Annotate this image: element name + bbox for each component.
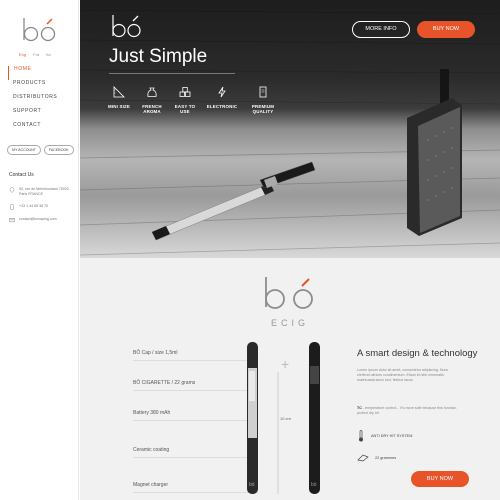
hero-logo <box>112 15 141 38</box>
nav-item-home[interactable]: HOME <box>8 66 74 80</box>
feature-electronic: ELECTRONIC <box>205 86 239 114</box>
box-mod-photo <box>407 69 462 236</box>
facebook-button[interactable]: FACEBOOK <box>43 145 74 155</box>
hero-section: Just Simple MORE INFO BUY NOW MINI SIZE … <box>80 0 500 258</box>
feature-easy-to-use: EASY TO USE <box>172 86 198 114</box>
device-1-image: bó <box>247 342 258 494</box>
nav-item-products[interactable]: PRODUCTS <box>8 80 74 94</box>
svg-text:bó: bó <box>249 482 255 488</box>
contact-email[interactable]: contact@bovaping.com <box>19 217 57 223</box>
sidebar-nav: HOME PRODUCTS DISTRIBUTORS SUPPORT CONTA… <box>8 66 74 136</box>
nav-item-contact[interactable]: CONTACT <box>8 122 74 136</box>
hero-background-image <box>80 9 500 256</box>
ruler-icon <box>113 86 125 98</box>
feature-premium-quality: PREMIUM QUALITY <box>246 86 280 114</box>
nav-item-support[interactable]: SUPPORT <box>8 108 74 122</box>
contact-address-row: 92, rue de Ménilmontant 75020 Paris FRAN… <box>9 187 75 197</box>
plus-sign: + <box>281 356 289 372</box>
brand-logo[interactable] <box>19 15 59 45</box>
my-account-button[interactable]: MY ACCOUNT <box>7 145 41 155</box>
contact-block: Contact Us 92, rue de Ménilmontant 75020… <box>9 172 75 230</box>
feature-weight: 22 grammes <box>357 454 396 462</box>
feature-anti-dry-hit: ANTI DRY HIT SYSTEM <box>357 430 412 442</box>
phone-icon <box>10 204 14 210</box>
dimension-label: 10 cm <box>280 416 291 421</box>
product-buy-now-button[interactable]: BUY NOW <box>411 471 469 487</box>
product-section: ECIG BÔ Cap / size 1,5ml BÔ CIGARETTE / … <box>80 258 500 500</box>
contact-email-row: contact@bovaping.com <box>9 217 75 223</box>
svg-text:bó: bó <box>311 482 317 488</box>
nav-item-distributors[interactable]: DISTRIBUTORS <box>8 94 74 108</box>
contact-phone-row: +33 1 44 65 38 70 <box>9 204 75 210</box>
more-info-button[interactable]: MORE INFO <box>352 21 410 38</box>
feature-icons: MINI SIZE FRENCH AROMA EASY TO USE ELECT… <box>106 86 280 114</box>
contact-phone[interactable]: +33 1 44 65 38 70 <box>19 204 48 210</box>
feature-french-aroma: FRENCH AROMA <box>139 86 165 114</box>
hero-tagline: Just Simple <box>109 46 208 67</box>
product-logo <box>265 277 313 309</box>
lang-fra[interactable]: Fra <box>33 52 39 57</box>
contact-title: Contact Us <box>9 172 34 178</box>
contact-address: 92, rue de Ménilmontant 75020 Paris FRAN… <box>19 187 69 196</box>
mail-icon <box>9 218 15 223</box>
device-2-image: bó <box>309 342 320 494</box>
weight-scale-icon <box>357 454 369 462</box>
lang-ita[interactable]: Ita <box>46 52 50 57</box>
feature-mini-size: MINI SIZE <box>106 86 132 114</box>
hero-buy-now-button[interactable]: BUY NOW <box>417 21 475 38</box>
location-pin-icon <box>9 187 15 193</box>
svg-text:+: + <box>281 356 289 372</box>
product-subtitle: ECIG <box>270 318 309 328</box>
sidebar-buttons: MY ACCOUNT FACEBOOK <box>7 145 74 155</box>
lang-eng[interactable]: Eng <box>19 52 26 57</box>
product-title: A smart design & technology <box>357 348 478 359</box>
sidebar: Eng Fra Ita HOME PRODUCTS DISTRIBUTORS S… <box>0 0 79 500</box>
tc-description: TC - temperature control... It's more sa… <box>357 406 457 415</box>
thermometer-icon <box>359 430 363 442</box>
pen-device-photo <box>151 183 274 241</box>
blocks-icon <box>179 87 191 97</box>
aroma-bag-icon <box>147 87 157 97</box>
lightning-icon <box>218 86 226 98</box>
product-description: Lorem ipsum dolor sit amet, consectetur … <box>357 368 449 382</box>
quality-badge-icon <box>259 86 267 98</box>
language-switcher: Eng Fra Ita <box>19 52 51 57</box>
hero-divider <box>109 73 235 74</box>
